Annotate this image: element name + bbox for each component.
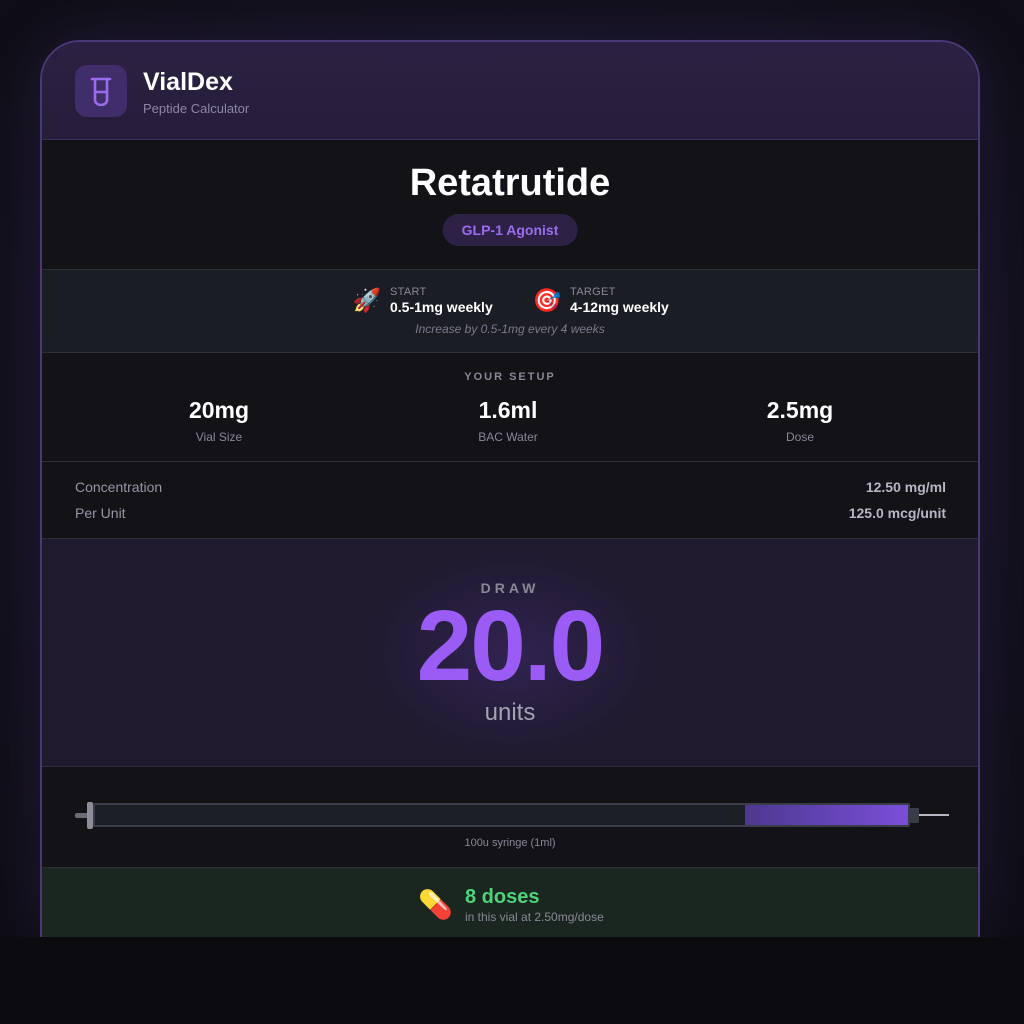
concentration-section: Concentration 12.50 mg/ml Per Unit 125.0…: [42, 462, 978, 539]
per-unit-value: 125.0 mcg/unit: [848, 505, 946, 521]
stat-value: 2.5mg: [766, 397, 834, 423]
pill-icon: 💊: [418, 889, 453, 920]
protocol-section: 🚀 START 0.5-1mg weekly 🎯 TARGET 4-12mg w…: [42, 270, 978, 353]
protocol-start: 🚀 START 0.5-1mg weekly: [352, 286, 493, 315]
vial-icon: [75, 65, 127, 117]
target-icon: 🎯: [532, 287, 562, 313]
per-unit-row: Per Unit 125.0 mcg/unit: [75, 505, 946, 521]
app-subtitle: Peptide Calculator: [143, 101, 250, 116]
concentration-value: 12.50 mg/ml: [865, 479, 946, 495]
setup-title: YOUR SETUP: [464, 371, 556, 383]
peptide-name: Retatrutide: [409, 162, 611, 204]
doses-subtitle: in this vial at 2.50mg/dose: [465, 910, 604, 924]
stat-vial-size: 20mg Vial Size: [119, 397, 319, 444]
stat-label: Dose: [785, 430, 814, 444]
category-badge: GLP-1 Agonist: [442, 214, 578, 246]
protocol-start-label: START: [390, 286, 427, 298]
bottom-strip: [0, 937, 1024, 1024]
protocol-target-label: TARGET: [570, 286, 616, 298]
stat-label: Vial Size: [195, 430, 243, 444]
doses-section: 💊 8 doses in this vial at 2.50mg/dose: [42, 868, 978, 937]
syringe-needle: [919, 814, 949, 816]
setup-section: YOUR SETUP 20mg Vial Size 1.6ml BAC Wate…: [42, 353, 978, 462]
peptide-section: Retatrutide GLP-1 Agonist: [42, 140, 978, 270]
syringe-section: 100u syringe (1ml): [42, 767, 978, 868]
calculator-card: VialDex Peptide Calculator Retatrutide G…: [40, 40, 980, 937]
stat-value: 20mg: [188, 397, 250, 423]
draw-section: DRAW 20.0 units: [42, 539, 978, 767]
draw-unit: units: [484, 699, 536, 726]
draw-value: 20.0: [416, 590, 606, 702]
doses-count: 8 doses: [465, 886, 540, 908]
protocol-target-value: 4-12mg weekly: [570, 299, 669, 315]
stat-bac-water: 1.6ml BAC Water: [408, 397, 608, 444]
protocol-target: 🎯 TARGET 4-12mg weekly: [532, 286, 669, 315]
syringe-label: 100u syringe (1ml): [464, 837, 556, 849]
protocol-note: Increase by 0.5-1mg every 4 weeks: [415, 322, 605, 336]
stat-value: 1.6ml: [478, 397, 538, 423]
per-unit-label: Per Unit: [75, 505, 126, 521]
protocol-start-value: 0.5-1mg weekly: [390, 299, 493, 315]
app-header: VialDex Peptide Calculator: [42, 42, 978, 140]
stat-dose: 2.5mg Dose: [700, 397, 900, 444]
syringe-barrel: [93, 803, 910, 827]
syringe-hub: [910, 808, 919, 823]
syringe-fill: [745, 805, 908, 825]
concentration-row: Concentration 12.50 mg/ml: [75, 479, 946, 495]
concentration-label: Concentration: [75, 479, 163, 495]
stat-label: BAC Water: [478, 430, 538, 444]
rocket-icon: 🚀: [352, 287, 382, 313]
app-title: VialDex: [143, 68, 233, 96]
